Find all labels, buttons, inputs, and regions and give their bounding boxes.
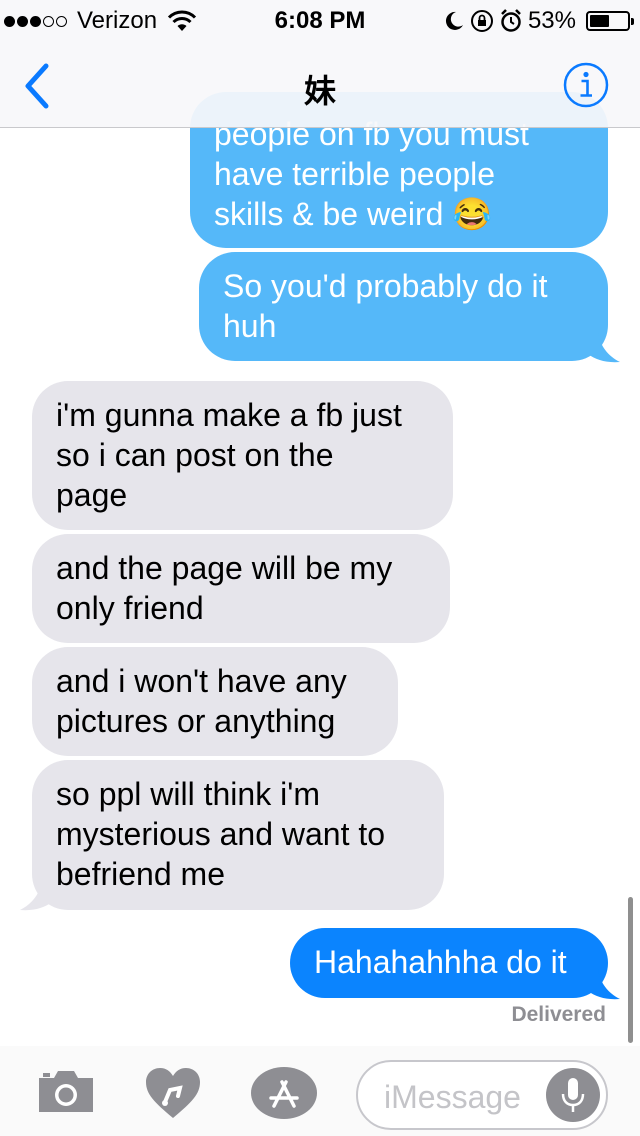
alarm-icon [501,9,521,32]
battery-icon [586,11,634,31]
battery-percent: 53% [527,7,576,34]
conversation-title[interactable]: 妹 [0,66,640,112]
imessage-placeholder: iMessage [384,1079,521,1115]
camera-icon[interactable] [36,1070,96,1114]
imessage-input[interactable]: iMessage [356,1060,608,1130]
delivered-status: Delivered [511,1003,606,1026]
bubble-tail [588,332,620,363]
rotation-lock-icon [470,10,493,32]
digital-touch-heart-icon[interactable] [144,1066,202,1120]
bubble-tail [20,880,52,911]
message-bubble-received[interactable]: so ppl will think i'm mysterious and wan… [32,760,444,910]
app-store-icon[interactable] [250,1066,318,1120]
message-bubble-sent[interactable]: Hahahahhha do it [290,928,608,998]
message-bubble-received[interactable]: and i won't have any pictures or anythin… [32,647,398,756]
scrollbar[interactable] [628,897,633,1043]
message-bubble-received[interactable]: and the page will be my only friend [32,534,450,643]
message-thread[interactable]: people on fb you must have terrible peop… [0,0,640,1136]
system-status: 53% [444,7,634,35]
microphone-button[interactable] [546,1068,600,1122]
message-bubble-received[interactable]: i'm gunna make a fb just so i can post o… [32,381,453,530]
input-bar: iMessage [0,1046,640,1136]
info-icon[interactable] [563,62,609,108]
message-bubble-sent[interactable]: So you'd probably do it huh [199,252,608,361]
bubble-tail [588,969,620,1000]
microphone-icon [561,1078,585,1112]
top-bar: Verizon 6:08 PM 53% 妹 [0,0,640,128]
moon-icon [445,11,463,30]
